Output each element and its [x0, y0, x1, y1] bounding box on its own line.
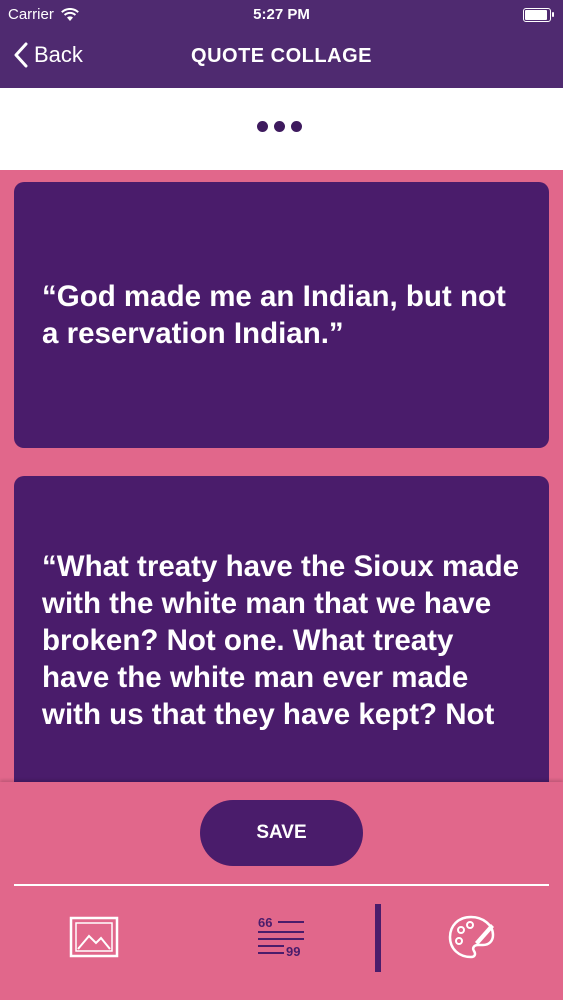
quote-list[interactable]: “God made me an Indian, but not a reserv… — [0, 170, 563, 782]
page-title: QUOTE COLLAGE — [191, 45, 372, 67]
selection-indicator — [375, 904, 381, 972]
svg-text:99: 99 — [286, 944, 300, 958]
quote-card[interactable]: “What treaty have the Sioux made with th… — [14, 476, 549, 782]
battery-icon — [523, 8, 554, 22]
options-bar — [0, 88, 563, 170]
status-time: 5:27 PM — [253, 6, 310, 23]
save-button[interactable]: SAVE — [200, 800, 363, 866]
quote-text: “God made me an Indian, but not a reserv… — [42, 280, 506, 350]
quote-text: “What treaty have the Sioux made with th… — [42, 550, 520, 731]
more-dot-icon — [291, 121, 302, 132]
bottom-panel: SAVE 66 99 — [0, 782, 563, 1000]
more-options-button[interactable] — [257, 121, 302, 132]
quote-card[interactable]: “God made me an Indian, but not a reserv… — [14, 182, 549, 448]
palette-icon[interactable] — [447, 914, 497, 960]
divider — [14, 884, 549, 886]
quote-text-icon[interactable]: 66 99 — [256, 916, 306, 958]
svg-text:66: 66 — [258, 916, 272, 930]
nav-bar: Back QUOTE COLLAGE — [0, 30, 563, 88]
image-icon[interactable] — [69, 916, 119, 958]
more-dot-icon — [274, 121, 285, 132]
status-bar: Carrier 5:27 PM — [0, 0, 563, 30]
more-dot-icon — [257, 121, 268, 132]
